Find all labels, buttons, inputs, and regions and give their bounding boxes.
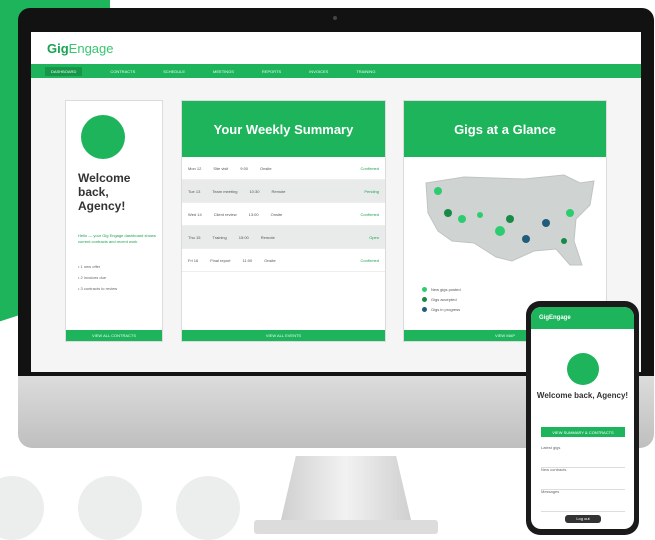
background-circle xyxy=(0,476,44,540)
weekly-summary-panel: Your Weekly Summary Mon 12 Site visit 9:00… xyxy=(181,100,386,342)
phone-header: GigEngage xyxy=(531,307,634,329)
legend-item: New gigs posted xyxy=(422,287,461,292)
phone-screen: GigEngage Welcome back, Agency! VIEW SUM… xyxy=(531,307,634,529)
background-circle xyxy=(78,476,142,540)
main-nav: DASHBOARD CONTRACTS SCHEDULE MEETINGS RE… xyxy=(31,64,641,78)
nav-item-meetings[interactable]: MEETINGS xyxy=(213,69,234,74)
us-map[interactable] xyxy=(404,161,606,289)
panel-title: Your Weekly Summary xyxy=(182,101,385,157)
list-item: • 2 invoices due xyxy=(78,275,107,280)
map-marker xyxy=(522,235,530,243)
table-row[interactable]: Wed 14 Client review 13:00 Onsite Confirmed xyxy=(182,203,385,226)
welcome-intro: Hello — your Gig Engage dashboard shows … xyxy=(78,233,156,244)
welcome-bullets: • 1 new offer • 2 invoices due • 3 contr… xyxy=(78,264,117,297)
nav-item-dashboard[interactable]: DASHBOARD xyxy=(45,66,83,76)
list-item[interactable]: New contracts xyxy=(541,467,625,490)
list-item[interactable]: Latest gigs xyxy=(541,445,625,468)
table-row[interactable]: Fri 16 Final report 11:00 Onsite Confirmed xyxy=(182,249,385,272)
map-legend: New gigs posted Gigs accepted Gigs in pr… xyxy=(422,287,461,317)
legend-item: Gigs accepted xyxy=(422,297,461,302)
view-events-button[interactable]: VIEW ALL EVENTS xyxy=(182,330,385,341)
nav-item-contracts[interactable]: CONTRACTS xyxy=(110,69,135,74)
panel-title: Gigs at a Glance xyxy=(404,101,606,157)
legend-item: Gigs in progress xyxy=(422,307,461,312)
nav-item-schedule[interactable]: SCHEDULE xyxy=(163,69,185,74)
legend-dot xyxy=(422,297,427,302)
map-marker xyxy=(566,209,574,217)
map-marker xyxy=(477,212,483,218)
monitor-stand xyxy=(280,456,412,524)
phone-summary-button[interactable]: VIEW SUMMARY & CONTRACTS xyxy=(541,427,625,437)
table-row[interactable]: Mon 12 Site visit 9:00 Onsite Confirmed xyxy=(182,157,385,180)
map-marker xyxy=(458,215,466,223)
map-marker xyxy=(434,187,442,195)
nav-item-invoices[interactable]: INVOICES xyxy=(309,69,328,74)
map-marker xyxy=(506,215,514,223)
nav-item-training[interactable]: TRAINING xyxy=(356,69,375,74)
nav-item-reports[interactable]: REPORTS xyxy=(262,69,281,74)
phone-logout-button[interactable]: Log out xyxy=(565,515,601,523)
phone-welcome-heading: Welcome back, Agency! xyxy=(536,391,629,400)
background-circle xyxy=(176,476,240,540)
app-header: GigEngage xyxy=(31,32,641,64)
map-marker xyxy=(542,219,550,227)
camera-dot xyxy=(333,16,337,20)
table-row[interactable]: Thu 15 Training 15:00 Remote Open xyxy=(182,226,385,249)
table-row[interactable]: Tue 13 Team meeting 10:30 Remote Pending xyxy=(182,180,385,203)
logo-main-text: Gig xyxy=(47,40,69,56)
avatar[interactable] xyxy=(567,353,599,385)
list-item: • 3 contracts to review xyxy=(78,286,118,291)
map-marker xyxy=(495,226,505,236)
welcome-heading: Welcome back, Agency! xyxy=(78,171,131,213)
logo-alt-text: Engage xyxy=(68,40,114,56)
map-marker xyxy=(444,209,452,217)
phone-logo[interactable]: GigEngage xyxy=(539,315,571,321)
legend-dot xyxy=(422,287,427,292)
avatar[interactable] xyxy=(81,115,125,159)
mobile-phone: GigEngage Welcome back, Agency! VIEW SUM… xyxy=(526,301,639,535)
view-contracts-button[interactable]: VIEW ALL CONTRACTS xyxy=(66,330,162,341)
app-logo[interactable]: GigEngage xyxy=(47,41,114,56)
map-marker xyxy=(561,238,567,244)
monitor-base xyxy=(254,520,438,534)
list-item: • 1 new offer xyxy=(78,264,101,269)
welcome-panel: Welcome back, Agency! Hello — your Gig E… xyxy=(65,100,163,342)
legend-dot xyxy=(422,307,427,312)
list-item[interactable]: Messages xyxy=(541,489,625,512)
summary-table: Mon 12 Site visit 9:00 Onsite Confirmed Tue … xyxy=(182,157,385,272)
